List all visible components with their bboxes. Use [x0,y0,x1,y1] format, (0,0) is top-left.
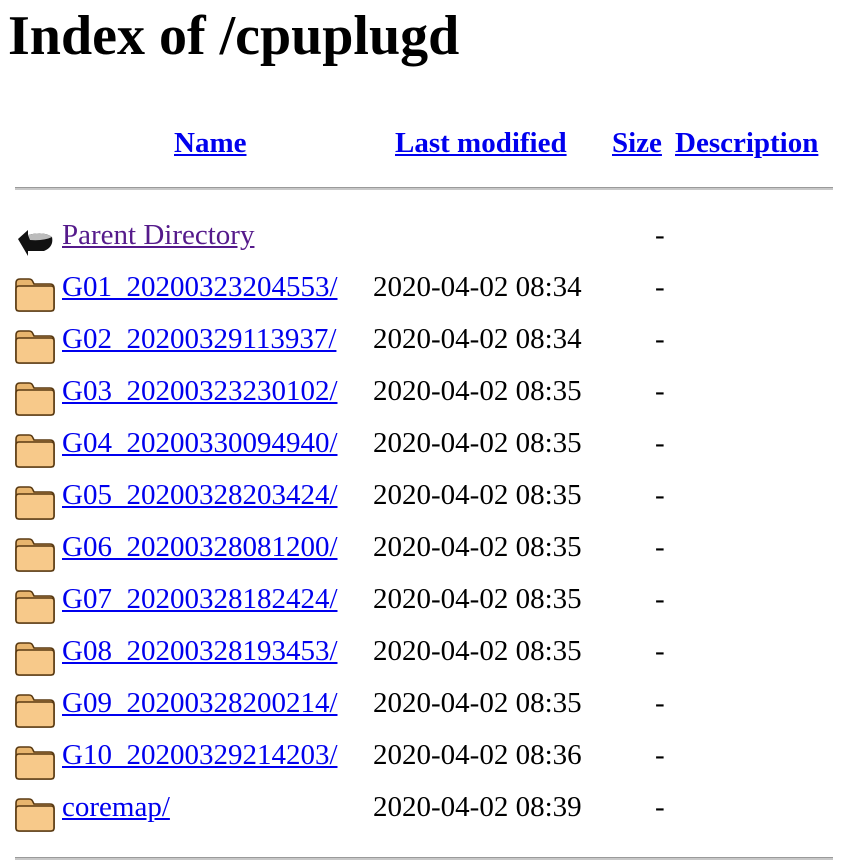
folder-icon [14,325,56,365]
last-modified-cell: 2020-04-02 08:35 [373,687,582,719]
last-modified-cell: 2020-04-02 08:35 [373,583,582,615]
directory-link[interactable]: G01_20200323204553/ [62,270,338,304]
folder-icon [14,533,56,573]
directory-link[interactable]: G10_20200329214203/ [62,738,338,772]
directory-link[interactable]: G02_20200329113937/ [62,322,336,356]
sort-by-name-link[interactable]: Name [174,126,246,160]
last-modified-cell: 2020-04-02 08:34 [373,323,582,355]
list-item: G02_20200329113937/2020-04-02 08:34 - [0,317,842,369]
list-item: G01_20200323204553/2020-04-02 08:34 - [0,265,842,317]
page-title: Index of /cpuplugd [8,5,460,67]
folder-icon [14,585,56,625]
list-item: G05_20200328203424/2020-04-02 08:35 - [0,473,842,525]
list-item: G04_20200330094940/2020-04-02 08:35 - [0,421,842,473]
folder-icon [14,741,56,781]
size-cell: - [655,531,665,563]
folder-icon [14,273,56,313]
list-item: G06_20200328081200/2020-04-02 08:35 - [0,525,842,577]
directory-link[interactable]: G03_20200323230102/ [62,374,338,408]
list-item: G09_20200328200214/2020-04-02 08:35 - [0,681,842,733]
list-item: G10_20200329214203/2020-04-02 08:36 - [0,733,842,785]
last-modified-cell: 2020-04-02 08:39 [373,791,582,823]
directory-link[interactable]: G08_20200328193453/ [62,634,338,668]
sort-by-description-link[interactable]: Description [675,126,818,160]
directory-link[interactable]: G09_20200328200214/ [62,686,338,720]
folder-icon [14,793,56,833]
directory-link[interactable]: G04_20200330094940/ [62,426,338,460]
folder-icon [14,689,56,729]
last-modified-cell: 2020-04-02 08:34 [373,271,582,303]
size-cell: - [655,375,665,407]
folder-icon [14,377,56,417]
size-cell: - [655,427,665,459]
parent-directory-link[interactable]: Parent Directory [62,218,254,252]
last-modified-cell: 2020-04-02 08:35 [373,531,582,563]
header-divider [15,187,833,190]
size-cell: - [655,635,665,667]
directory-link[interactable]: G06_20200328081200/ [62,530,338,564]
last-modified-cell: 2020-04-02 08:35 [373,375,582,407]
size-cell: - [655,687,665,719]
last-modified-cell: 2020-04-02 08:36 [373,739,582,771]
size-cell: - [655,271,665,303]
list-item: coremap/2020-04-02 08:39 - [0,785,842,837]
list-item: G07_20200328182424/2020-04-02 08:35 - [0,577,842,629]
parent-directory-row: Parent Directory - [0,213,842,265]
last-modified-cell: 2020-04-02 08:35 [373,479,582,511]
sort-by-size-link[interactable]: Size [612,126,662,160]
size-cell: - [655,219,665,251]
list-item: G08_20200328193453/2020-04-02 08:35 - [0,629,842,681]
folder-icon [14,637,56,677]
directory-link[interactable]: G05_20200328203424/ [62,478,338,512]
directory-link[interactable]: coremap/ [62,790,170,824]
size-cell: - [655,323,665,355]
last-modified-cell: 2020-04-02 08:35 [373,635,582,667]
sort-by-last-modified-link[interactable]: Last modified [395,126,567,160]
list-item: G03_20200323230102/2020-04-02 08:35 - [0,369,842,421]
last-modified-cell: 2020-04-02 08:35 [373,427,582,459]
size-cell: - [655,479,665,511]
folder-icon [14,481,56,521]
directory-link[interactable]: G07_20200328182424/ [62,582,338,616]
size-cell: - [655,791,665,823]
footer-divider [15,857,833,860]
folder-icon [14,429,56,469]
back-arrow-icon [14,221,56,261]
size-cell: - [655,583,665,615]
size-cell: - [655,739,665,771]
